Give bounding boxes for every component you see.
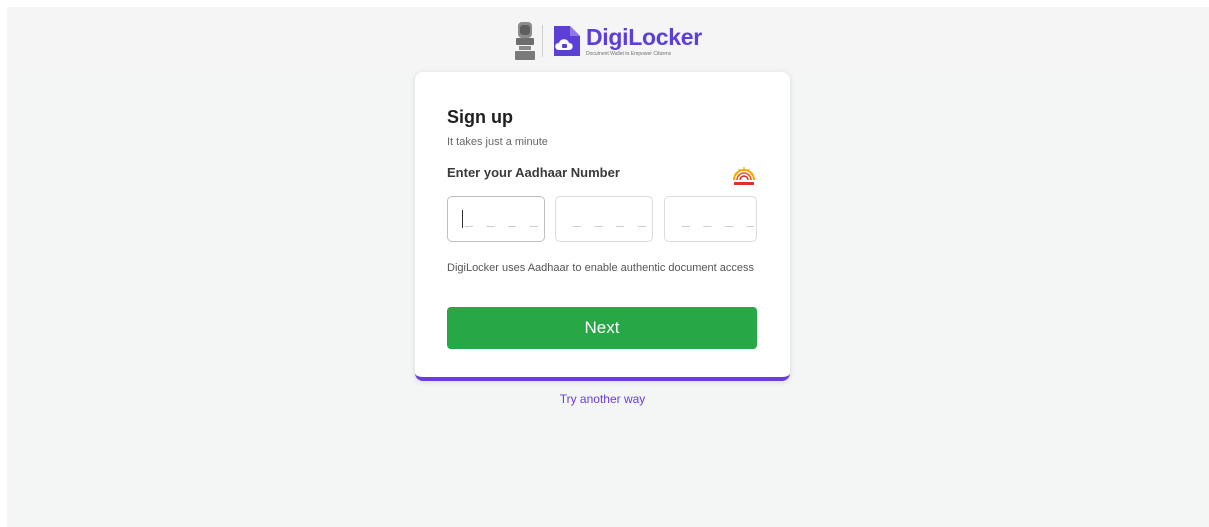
header: DigiLocker Document Wallet to Empower Ci…	[7, 7, 1209, 73]
brand-tagline: Document Wallet to Empower Citizens	[586, 50, 672, 57]
national-emblem-icon	[515, 22, 535, 60]
text-caret	[462, 210, 463, 228]
page-subtitle: It takes just a minute	[447, 136, 548, 148]
next-button[interactable]: Next	[447, 307, 757, 349]
aadhaar-logo-icon	[733, 167, 755, 185]
aadhaar-info-text: DigiLocker uses Aadhaar to enable authen…	[447, 262, 754, 274]
aadhaar-digits-2-input[interactable]	[555, 196, 653, 242]
try-another-way-link[interactable]: Try another way	[415, 392, 790, 406]
brand-text: DigiLocker Document Wallet to Empower Ci…	[586, 25, 702, 58]
signup-card: Sign up It takes just a minute Enter you…	[415, 72, 790, 381]
brand-name: DigiLocker	[586, 23, 702, 50]
aadhaar-label: Enter your Aadhaar Number	[447, 165, 620, 180]
page-title: Sign up	[447, 107, 513, 127]
aadhaar-digits-3-input[interactable]	[664, 196, 757, 242]
logo-divider	[542, 25, 543, 57]
brand-logo[interactable]: DigiLocker Document Wallet to Empower Ci…	[514, 20, 702, 62]
cloud-lock-icon	[554, 26, 580, 56]
